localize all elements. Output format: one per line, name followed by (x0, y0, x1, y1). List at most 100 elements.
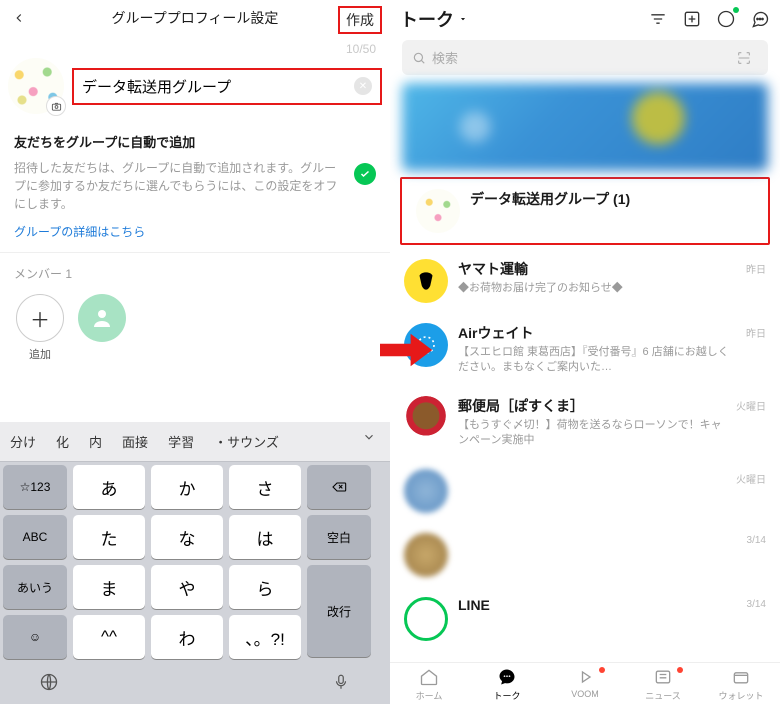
chat-name: LINE (458, 597, 737, 613)
char-counter: 10/50 (0, 36, 390, 58)
chat-time: 火曜日 (736, 471, 766, 486)
key[interactable]: は (229, 515, 301, 559)
chat-item[interactable]: Airウェイト 【スエヒロ館 東葛西店】『受付番号』6 店舗にお越しください。ま… (390, 313, 780, 386)
add-member-button[interactable]: ＋ 追加 (16, 294, 64, 362)
search-icon (412, 51, 426, 65)
key[interactable]: わ (151, 615, 223, 659)
chat-item[interactable]: LINE 3/14 (390, 587, 780, 643)
chat-item[interactable]: 郵便局［ぽすくま］ 【もうすぐ〆切！】荷物を送るならローソンで！キャンペーン実施… (390, 386, 780, 459)
chat-time: 火曜日 (736, 398, 766, 413)
key[interactable]: ら (229, 565, 301, 609)
avatar (404, 597, 448, 641)
key-enter[interactable]: 改行 (307, 565, 371, 657)
auto-add-row: 招待した友だちは、グループに自動で追加されます。グループに参加するか友だちに選ん… (0, 155, 390, 221)
chat-preview (458, 491, 726, 506)
tab-talk[interactable]: トーク (468, 667, 546, 702)
chat-name: ヤマト運輸 (458, 259, 736, 279)
group-name-row: ✕ (0, 58, 390, 114)
keyboard-bottom (0, 662, 390, 704)
chat-item[interactable]: ヤマト運輸 ◆お荷物お届け完了のお知らせ◆ 昨日 (390, 249, 780, 313)
sort-icon[interactable] (648, 9, 668, 29)
key-abc[interactable]: ABC (3, 515, 67, 559)
chat-name (458, 533, 737, 553)
key[interactable]: ^^ (73, 615, 145, 659)
tab-news[interactable]: ニュース (624, 667, 702, 702)
key-emoji[interactable]: ☺ (3, 615, 67, 659)
auto-add-desc: 招待した友だちは、グループに自動で追加されます。グループに参加するか友だちに選ん… (14, 159, 346, 213)
key-kana[interactable]: あいう (3, 565, 67, 609)
auto-add-toggle[interactable] (354, 163, 376, 185)
chat-name (458, 469, 726, 489)
mic-icon[interactable] (293, 666, 391, 698)
chat-name: データ転送用グループ (1) (470, 189, 754, 209)
chat-time: 3/14 (747, 599, 766, 610)
header: グループプロフィール設定 作成 (0, 0, 390, 36)
key[interactable]: ま (73, 565, 145, 609)
chat-preview: 【もうすぐ〆切！】荷物を送るならローソンで！キャンペーン実施中 (458, 418, 726, 449)
avatar (404, 259, 448, 303)
chat-item[interactable]: 3/14 (390, 523, 780, 587)
search-input[interactable]: 検索 (402, 40, 768, 75)
key-space[interactable]: 空白 (307, 515, 371, 559)
pred-word[interactable]: 学習 (158, 422, 204, 461)
avatar (404, 469, 448, 513)
chat-time: 昨日 (746, 261, 766, 276)
chat-time: 昨日 (746, 325, 766, 340)
arrow-icon (380, 330, 434, 370)
key[interactable]: や (151, 565, 223, 609)
talk-list-screen: トーク 検索 データ転送用グループ (1) ヤマト運輸 ◆お荷物お届け完了のお知… (390, 0, 780, 704)
avatar (416, 189, 460, 233)
chevron-down-icon[interactable] (348, 422, 390, 461)
create-button[interactable]: 作成 (338, 6, 382, 34)
tab-bar: ホーム トーク VOOM ニュース ウォレット (390, 662, 780, 704)
avatar (404, 533, 448, 577)
camera-icon[interactable] (46, 96, 66, 116)
auto-add-heading: 友だちをグループに自動で追加 (0, 114, 390, 155)
key-backspace[interactable] (307, 465, 371, 509)
pred-word[interactable]: 面接 (112, 422, 158, 461)
key[interactable]: た (73, 515, 145, 559)
key[interactable]: 、。?! (229, 615, 301, 659)
group-profile-screen: グループプロフィール設定 作成 10/50 ✕ 友だちをグループに自動で追加 招… (0, 0, 390, 704)
page-title: グループプロフィール設定 (112, 8, 279, 28)
chat-preview: 【スエヒロ館 東葛西店】『受付番号』6 店舗にお越しください。まもなくご案内いた… (458, 345, 736, 376)
back-icon[interactable] (12, 11, 26, 25)
prediction-bar[interactable]: 分け 化 内 面接 学習 ・サウンズ (0, 422, 390, 462)
chat-name: 郵便局［ぽすくま］ (458, 396, 726, 416)
keyboard: 分け 化 内 面接 学習 ・サウンズ ☆123 あ か さ ABC た な は … (0, 422, 390, 704)
key[interactable]: な (151, 515, 223, 559)
member-item[interactable] (78, 294, 126, 362)
create-chat-icon[interactable] (682, 9, 702, 29)
notification-icon[interactable] (716, 9, 736, 29)
key[interactable]: さ (229, 465, 301, 509)
tab-wallet[interactable]: ウォレット (702, 667, 780, 702)
clear-icon[interactable]: ✕ (354, 77, 372, 95)
tab-home[interactable]: ホーム (390, 667, 468, 702)
pred-word[interactable]: 分け (0, 422, 46, 461)
scan-icon[interactable] (736, 50, 758, 66)
pred-word[interactable]: ・サウンズ (204, 422, 289, 461)
group-name-input[interactable] (82, 78, 372, 95)
chat-bubble-icon[interactable] (750, 9, 770, 29)
chat-preview: ◆お荷物お届け完了のお知らせ◆ (458, 281, 736, 296)
pred-word[interactable]: 化 (46, 422, 79, 461)
group-detail-link[interactable]: グループの詳細はこちら (0, 221, 390, 250)
page-title[interactable]: トーク (400, 6, 468, 32)
chat-item-highlighted[interactable]: データ転送用グループ (1) (400, 177, 770, 245)
tab-voom[interactable]: VOOM (546, 667, 624, 702)
members-list: ＋ 追加 (0, 290, 390, 366)
chat-preview (458, 555, 737, 570)
group-avatar[interactable] (8, 58, 64, 114)
key[interactable]: か (151, 465, 223, 509)
pred-word[interactable]: 内 (79, 422, 112, 461)
promo-banner[interactable] (402, 83, 768, 171)
avatar (404, 396, 448, 440)
key[interactable]: あ (73, 465, 145, 509)
key-num[interactable]: ☆123 (3, 465, 67, 509)
divider (0, 252, 390, 253)
members-label: メンバー 1 (0, 255, 390, 290)
globe-icon[interactable] (0, 666, 98, 698)
group-name-field[interactable]: ✕ (72, 68, 382, 105)
chat-item[interactable]: 火曜日 (390, 459, 780, 523)
chat-name: Airウェイト (458, 323, 736, 343)
